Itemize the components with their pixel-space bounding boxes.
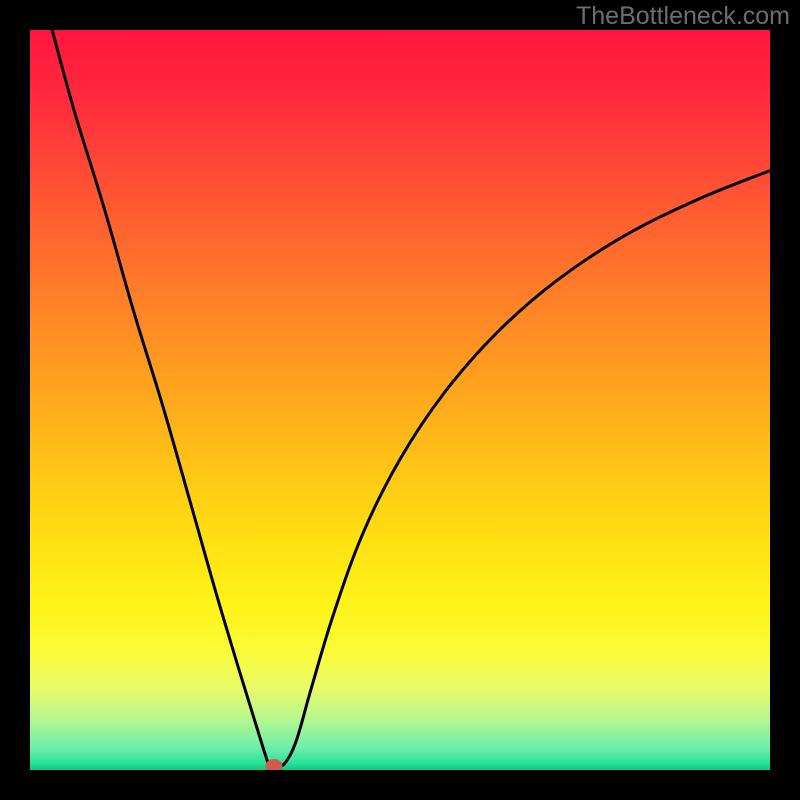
curve-svg (30, 30, 770, 770)
chart-frame: TheBottleneck.com (0, 0, 800, 800)
plot-area (30, 30, 770, 770)
optimal-point-marker (266, 759, 283, 770)
watermark-text: TheBottleneck.com (576, 2, 790, 31)
bottleneck-curve (52, 30, 770, 768)
